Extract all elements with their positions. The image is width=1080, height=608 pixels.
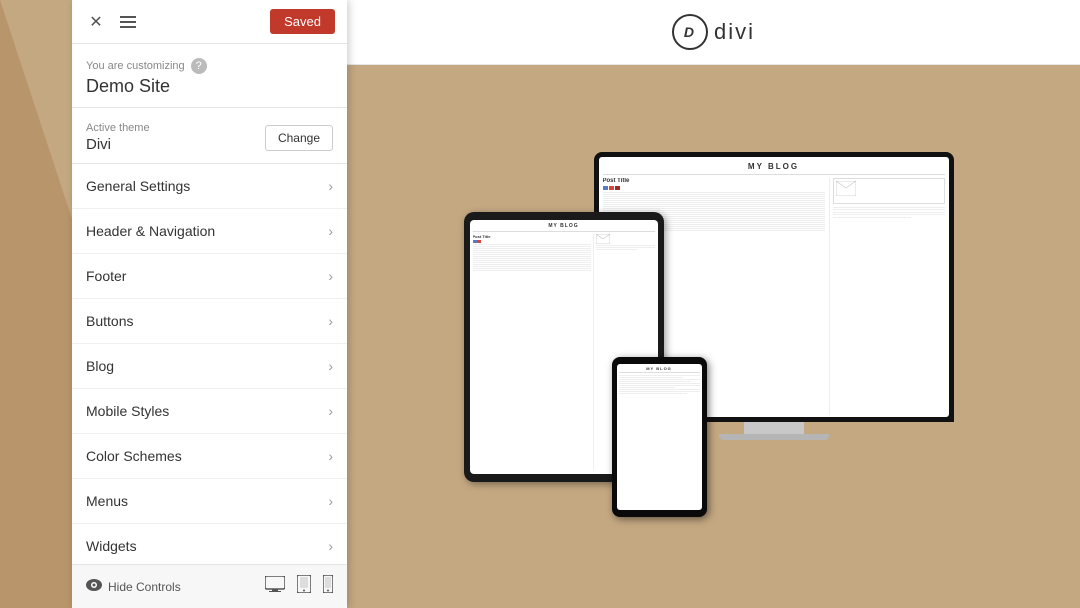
chevron-right-icon: › (328, 313, 333, 329)
menu-item-footer[interactable]: Footer › (72, 254, 347, 299)
divi-logo: D divi (672, 14, 755, 50)
chevron-right-icon: › (328, 403, 333, 419)
phone-mockup: MY BLOG (612, 357, 707, 517)
customizer-panel: ✕ Saved You are customizing ? Demo Site … (72, 0, 347, 608)
panel-header-left: ✕ (84, 10, 140, 34)
hide-controls-label: Hide Controls (108, 580, 181, 594)
chevron-right-icon: › (328, 223, 333, 239)
preview-area: D divi MY BLOG Post Title (347, 0, 1080, 608)
site-name: Demo Site (86, 76, 333, 97)
theme-name: Divi (86, 136, 150, 153)
theme-label: Active theme (86, 122, 150, 134)
help-icon[interactable]: ? (191, 58, 207, 74)
menu-item-mobile-styles[interactable]: Mobile Styles › (72, 389, 347, 434)
menu-item-widgets[interactable]: Widgets › (72, 524, 347, 564)
divi-logo-text: divi (714, 19, 755, 45)
menu-list: General Settings › Header & Navigation ›… (72, 164, 347, 564)
chevron-right-icon: › (328, 538, 333, 554)
change-theme-button[interactable]: Change (265, 125, 333, 151)
menu-item-buttons[interactable]: Buttons › (72, 299, 347, 344)
menu-item-label: General Settings (86, 178, 190, 194)
preview-content: MY BLOG Post Title (347, 65, 1080, 608)
menu-item-label: Mobile Styles (86, 403, 169, 419)
menu-item-label: Blog (86, 358, 114, 374)
chevron-right-icon: › (328, 268, 333, 284)
divi-header: D divi (347, 0, 1080, 65)
close-button[interactable]: ✕ (84, 10, 108, 34)
reorder-button[interactable] (116, 10, 140, 34)
menu-item-label: Menus (86, 493, 128, 509)
saved-button[interactable]: Saved (270, 9, 335, 34)
bottom-icons (265, 575, 333, 598)
customizing-text: You are customizing (86, 60, 185, 72)
menu-item-blog[interactable]: Blog › (72, 344, 347, 389)
theme-section: Active theme Divi Change (72, 108, 347, 164)
menu-item-label: Color Schemes (86, 448, 182, 464)
phone-view-button[interactable] (323, 575, 333, 598)
bottom-bar: Hide Controls (72, 564, 347, 608)
menu-item-label: Buttons (86, 313, 133, 329)
device-mockups: MY BLOG Post Title (464, 152, 964, 522)
customizing-label: You are customizing ? (86, 58, 333, 74)
menu-item-label: Widgets (86, 538, 137, 554)
menu-item-label: Footer (86, 268, 126, 284)
chevron-right-icon: › (328, 448, 333, 464)
tablet-view-button[interactable] (297, 575, 311, 598)
panel-header: ✕ Saved (72, 0, 347, 44)
menu-item-label: Header & Navigation (86, 223, 215, 239)
hide-controls-button[interactable]: Hide Controls (86, 579, 181, 594)
chevron-right-icon: › (328, 178, 333, 194)
menu-item-general-settings[interactable]: General Settings › (72, 164, 347, 209)
menu-item-menus[interactable]: Menus › (72, 479, 347, 524)
menu-item-header-and-navigation[interactable]: Header & Navigation › (72, 209, 347, 254)
menu-item-color-schemes[interactable]: Color Schemes › (72, 434, 347, 479)
chevron-right-icon: › (328, 358, 333, 374)
desktop-view-button[interactable] (265, 575, 285, 598)
divi-logo-circle: D (672, 14, 708, 50)
eye-icon (86, 579, 102, 594)
chevron-right-icon: › (328, 493, 333, 509)
customizing-section: You are customizing ? Demo Site (72, 44, 347, 108)
